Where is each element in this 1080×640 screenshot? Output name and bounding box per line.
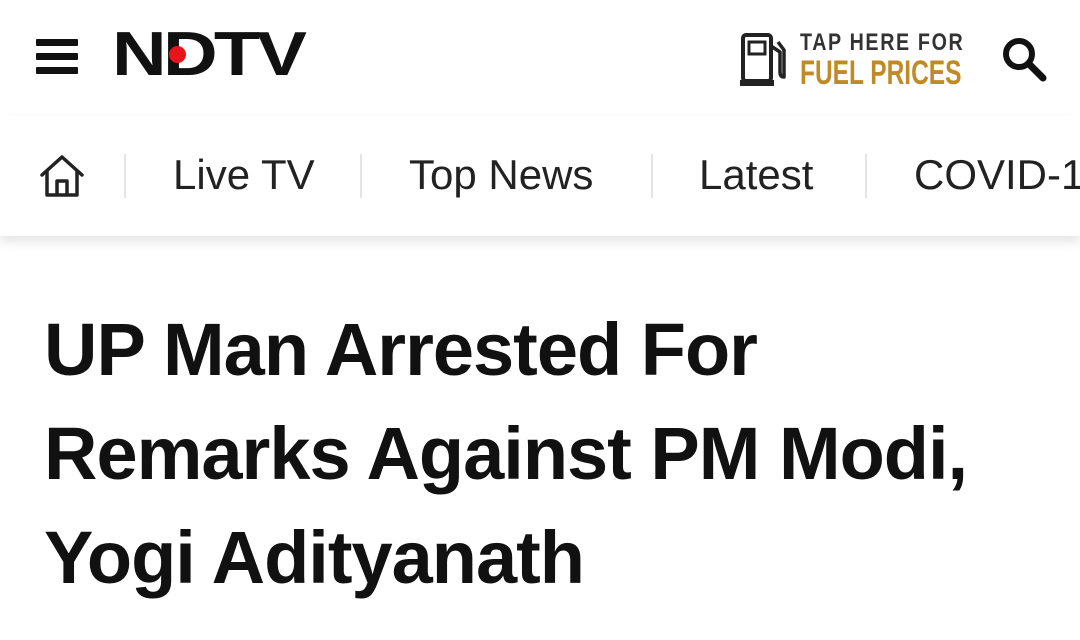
nav-item-live-tv[interactable]: Live TV — [173, 150, 315, 200]
fuel-banner-line2: FUEL PRICES — [800, 54, 962, 92]
category-nav: Live TV Top News Latest COVID-19 — [0, 116, 1080, 236]
nav-divider — [360, 154, 362, 198]
fuel-pump-icon — [740, 33, 786, 86]
nav-divider — [124, 154, 126, 198]
menu-icon[interactable] — [36, 39, 78, 75]
home-icon[interactable] — [38, 154, 86, 198]
fuel-banner-line1: TAP HERE FOR — [800, 29, 965, 56]
fuel-prices-banner[interactable]: TAP HERE FOR FUEL PRICES — [740, 30, 972, 92]
logo-red-dot — [169, 46, 186, 63]
nav-divider — [651, 154, 653, 198]
site-header: NDTV TAP HERE FOR FUEL PRICES — [0, 0, 1080, 116]
article-headline: UP Man Arrested For Remarks Against PM M… — [44, 308, 968, 599]
nav-divider — [865, 154, 867, 198]
nav-item-latest[interactable]: Latest — [699, 150, 813, 200]
logo-text: NDTV — [112, 20, 307, 89]
search-icon[interactable] — [1000, 35, 1048, 83]
nav-item-top-news[interactable]: Top News — [409, 150, 593, 200]
ndtv-logo[interactable]: NDTV — [112, 20, 357, 89]
nav-item-covid-19[interactable]: COVID-19 — [914, 150, 1080, 200]
